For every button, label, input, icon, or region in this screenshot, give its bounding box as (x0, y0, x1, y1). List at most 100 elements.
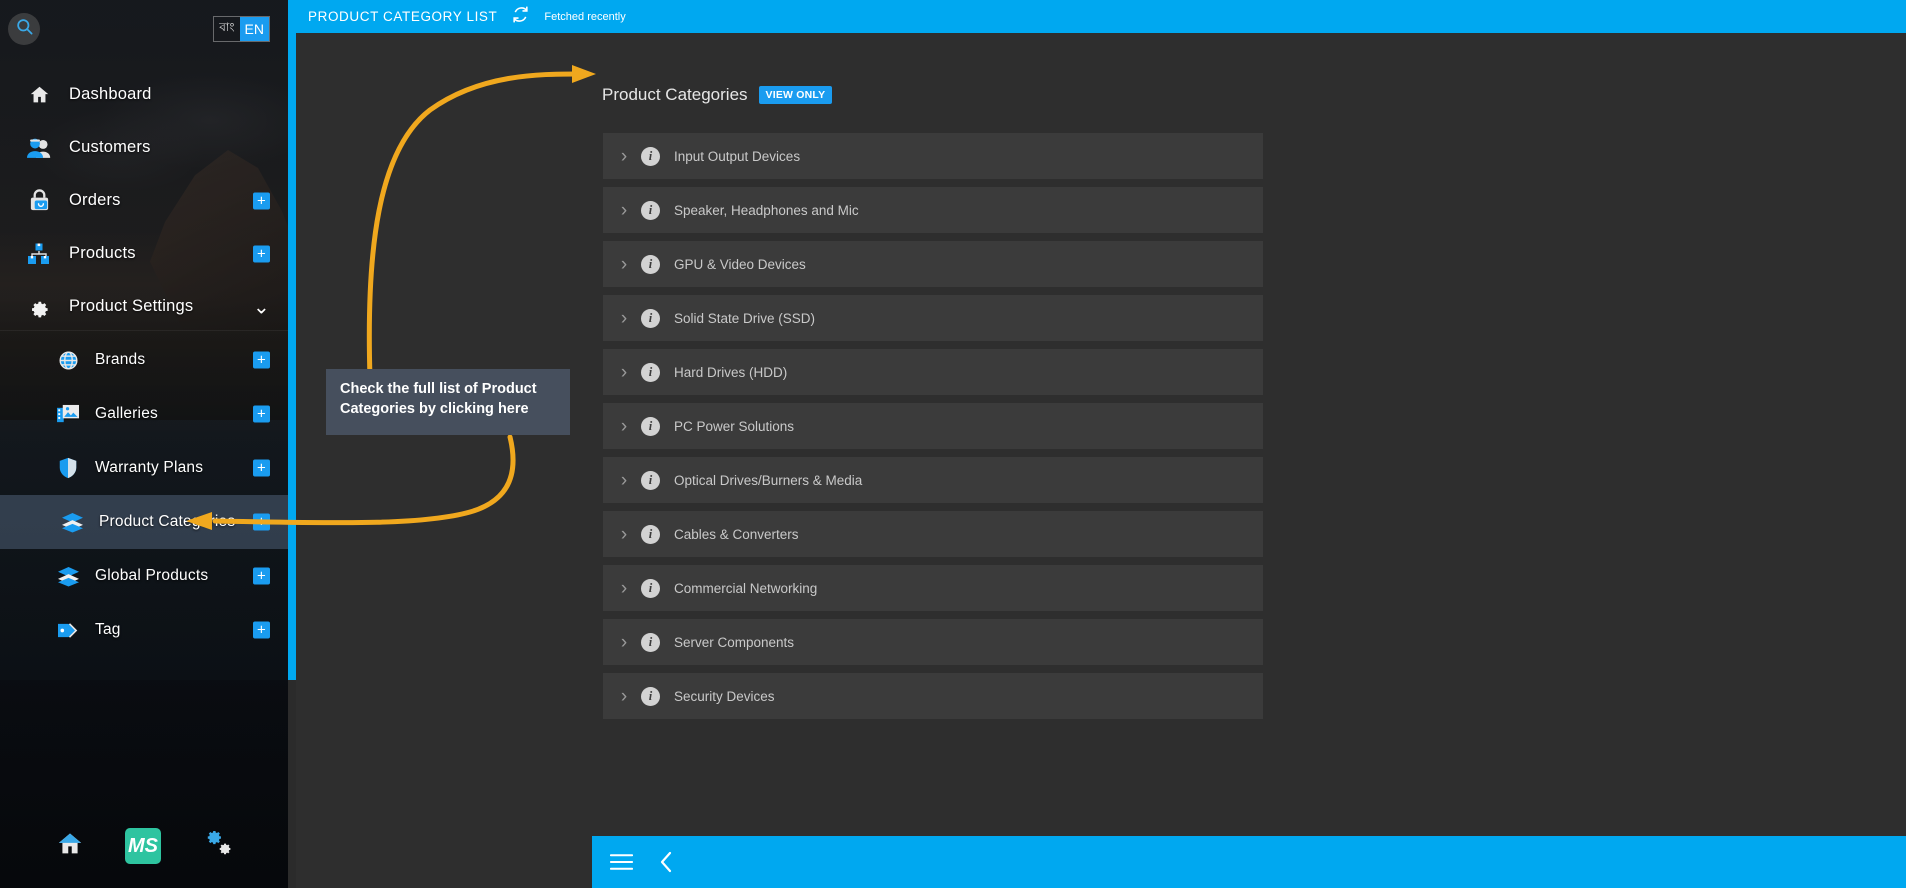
chevron-right-icon[interactable]: › (611, 309, 637, 328)
main-panel: PRODUCT CATEGORY LIST Fetched recently P… (296, 0, 1906, 888)
category-label: Hard Drives (HDD) (674, 364, 788, 380)
sidebar-item-label: Galleries (95, 405, 158, 422)
app-root: বাং EN Dashboard Customers Orders + Prod… (0, 0, 1906, 888)
sidebar-item-label: Brands (95, 351, 146, 368)
category-list: › i Input Output Devices › i Speaker, He… (603, 133, 1263, 727)
info-icon[interactable]: i (641, 146, 660, 166)
chevron-right-icon[interactable]: › (611, 255, 637, 274)
layers-icon (59, 510, 85, 534)
add-warranty-plan-button[interactable]: + (253, 459, 270, 477)
info-icon[interactable]: i (641, 254, 660, 274)
content-area: Product Categories VIEW ONLY › i Input O… (296, 33, 1906, 888)
sidebar-item-tag[interactable]: Tag + (0, 603, 288, 657)
gear-icon (26, 295, 52, 319)
info-icon[interactable]: i (641, 200, 660, 220)
sidebar-item-orders[interactable]: Orders + (0, 174, 288, 227)
shopping-bag-icon (26, 189, 52, 213)
chevron-down-icon[interactable]: ⌄ (253, 294, 270, 319)
category-label: Solid State Drive (SSD) (674, 310, 816, 326)
sidebar-item-product-settings[interactable]: Product Settings ⌄ (0, 280, 288, 333)
add-product-button[interactable]: + (253, 245, 270, 262)
add-gallery-button[interactable]: + (253, 405, 270, 423)
sidebar-item-product-categories[interactable]: Product Categories + (0, 495, 288, 549)
language-toggle[interactable]: বাং EN (213, 16, 270, 42)
category-label: PC Power Solutions (674, 418, 795, 434)
hamburger-menu-icon[interactable] (610, 853, 633, 871)
info-icon[interactable]: i (641, 632, 660, 652)
sidebar-item-label: Warranty Plans (95, 459, 204, 476)
list-item[interactable]: › i Hard Drives (HDD) (603, 349, 1263, 395)
refresh-icon[interactable] (511, 5, 530, 29)
settings-button[interactable] (201, 830, 233, 863)
chevron-right-icon[interactable]: › (611, 579, 637, 598)
sidebar-item-warranty-plans[interactable]: Warranty Plans + (0, 441, 288, 495)
chevron-right-icon[interactable]: › (611, 633, 637, 652)
sidebar-item-label: Products (69, 244, 136, 262)
sidebar-item-galleries[interactable]: Galleries + (0, 387, 288, 441)
chevron-right-icon[interactable]: › (611, 363, 637, 382)
list-item[interactable]: › i Server Components (603, 619, 1263, 665)
chevron-right-icon[interactable]: › (611, 417, 637, 436)
chevron-right-icon[interactable]: › (611, 147, 637, 166)
language-option-en[interactable]: EN (239, 17, 269, 41)
sidebar-item-label: Global Products (95, 567, 209, 584)
info-icon[interactable]: i (641, 470, 660, 490)
sidebar-item-label: Dashboard (69, 85, 152, 103)
boxes-icon (26, 242, 52, 266)
info-icon[interactable]: i (641, 578, 660, 598)
list-item[interactable]: › i PC Power Solutions (603, 403, 1263, 449)
add-tag-button[interactable]: + (253, 621, 270, 639)
info-icon[interactable]: i (641, 524, 660, 544)
category-label: Input Output Devices (674, 148, 801, 164)
list-item[interactable]: › i Input Output Devices (603, 133, 1263, 179)
add-brand-button[interactable]: + (253, 351, 270, 369)
search-icon (15, 17, 34, 41)
image-gallery-icon (55, 402, 81, 426)
sidebar-item-label: Product Settings (69, 297, 194, 315)
sidebar-item-label: Customers (69, 138, 151, 156)
list-item[interactable]: › i GPU & Video Devices (603, 241, 1263, 287)
add-global-product-button[interactable]: + (253, 567, 270, 585)
info-icon[interactable]: i (641, 308, 660, 328)
sidebar-toolbar: MS (0, 804, 288, 888)
shield-icon (55, 456, 81, 480)
list-item[interactable]: › i Solid State Drive (SSD) (603, 295, 1263, 341)
sidebar-item-brands[interactable]: Brands + (0, 333, 288, 387)
chevron-left-icon[interactable] (659, 851, 674, 873)
search-button[interactable] (8, 13, 40, 45)
sidebar-item-products[interactable]: Products + (0, 227, 288, 280)
info-icon[interactable]: i (641, 686, 660, 706)
list-item[interactable]: › i Speaker, Headphones and Mic (603, 187, 1263, 233)
home-button[interactable] (55, 830, 85, 863)
list-item[interactable]: › i Commercial Networking (603, 565, 1263, 611)
chevron-right-icon[interactable]: › (611, 687, 637, 706)
category-label: Server Components (674, 634, 795, 650)
language-option-bn[interactable]: বাং (214, 17, 239, 41)
sidebar-item-customers[interactable]: Customers (0, 121, 288, 174)
sidebar-item-dashboard[interactable]: Dashboard (0, 68, 288, 121)
sidebar-item-label: Product Categories (99, 513, 236, 530)
category-label: Speaker, Headphones and Mic (674, 202, 859, 218)
category-label: Cables & Converters (674, 526, 799, 542)
sidebar-item-label: Tag (95, 621, 121, 638)
category-label: GPU & Video Devices (674, 256, 806, 272)
layers-icon (55, 564, 81, 588)
chevron-right-icon[interactable]: › (611, 525, 637, 544)
category-label: Commercial Networking (674, 580, 818, 596)
chevron-right-icon[interactable]: › (611, 471, 637, 490)
list-item[interactable]: › i Cables & Converters (603, 511, 1263, 557)
info-icon[interactable]: i (641, 362, 660, 382)
category-label: Optical Drives/Burners & Media (674, 472, 863, 488)
bottom-bar (592, 836, 1906, 888)
ms-logo-button[interactable]: MS (125, 828, 161, 864)
category-label: Security Devices (674, 688, 775, 704)
add-product-category-button[interactable]: + (253, 513, 270, 531)
chevron-right-icon[interactable]: › (611, 201, 637, 220)
page-header: Product Categories VIEW ONLY (602, 85, 833, 105)
home-icon (26, 83, 52, 107)
info-icon[interactable]: i (641, 416, 660, 436)
add-order-button[interactable]: + (253, 192, 270, 209)
list-item[interactable]: › i Optical Drives/Burners & Media (603, 457, 1263, 503)
list-item[interactable]: › i Security Devices (603, 673, 1263, 719)
sidebar-item-global-products[interactable]: Global Products + (0, 549, 288, 603)
